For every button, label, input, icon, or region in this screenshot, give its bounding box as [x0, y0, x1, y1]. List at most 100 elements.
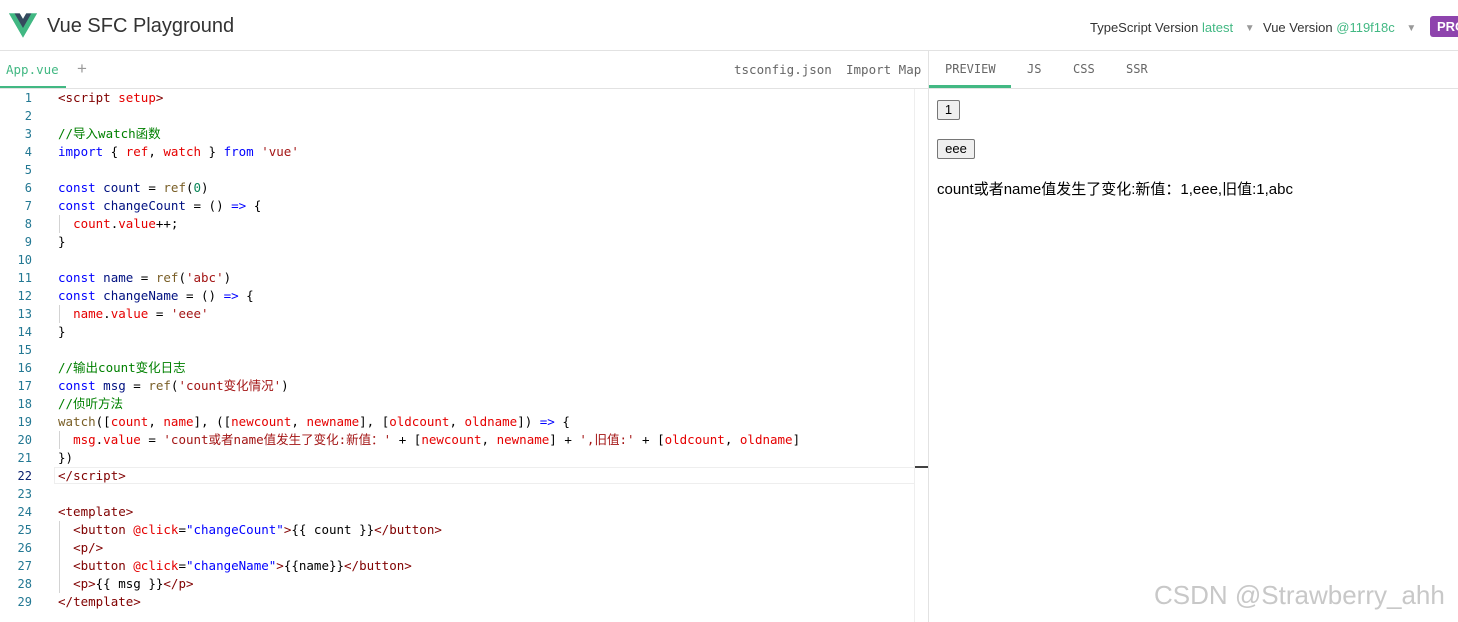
- line-number: 4: [24, 145, 32, 159]
- code-token: watch: [58, 414, 96, 429]
- code-text: name.value = 'eee': [58, 305, 209, 323]
- line-number: 3: [24, 127, 32, 141]
- line-number: 1: [24, 91, 32, 105]
- code-token: =>: [231, 198, 247, 213]
- name-button[interactable]: eee: [937, 139, 975, 159]
- code-token: ref: [155, 270, 179, 285]
- code-token: =: [178, 522, 186, 537]
- code-line: 10: [0, 251, 914, 269]
- code-token: const: [58, 378, 96, 393]
- code-token: + [: [634, 432, 665, 447]
- code-token: button: [80, 558, 126, 573]
- code-token: ++;: [155, 216, 179, 231]
- line-number: 11: [17, 271, 32, 285]
- file-tab-app-vue[interactable]: App.vue: [0, 51, 66, 88]
- line-number: 16: [17, 361, 32, 375]
- code-token: (: [185, 180, 194, 195]
- code-line: 23: [0, 485, 914, 503]
- code-token: ,: [724, 432, 740, 447]
- code-token: }: [58, 234, 66, 249]
- code-token: value: [110, 306, 149, 321]
- code-token: ,: [449, 414, 465, 429]
- line-number: 22: [17, 469, 32, 483]
- line-number: 24: [17, 505, 32, 519]
- import-map-tab[interactable]: Import Map: [846, 62, 921, 77]
- vue-version-selector[interactable]: Vue Version @119f18c ▼: [1263, 20, 1416, 35]
- code-token: >: [133, 594, 141, 609]
- code-token: button: [389, 522, 435, 537]
- code-text: //导入watch函数: [58, 125, 161, 143]
- code-token: + [: [391, 432, 422, 447]
- code-token: ]): [517, 414, 540, 429]
- code-token: "changeName": [185, 558, 277, 573]
- editor-scrollbar[interactable]: [914, 89, 928, 622]
- code-token: >: [404, 558, 412, 573]
- code-token: value: [118, 216, 156, 231]
- tab-js[interactable]: JS: [1027, 51, 1041, 88]
- code-token: {{ msg }}: [95, 576, 164, 591]
- code-token: ], [: [359, 414, 390, 429]
- code-line: 4 import { ref, watch } from 'vue': [0, 143, 914, 161]
- code-token: count: [110, 414, 149, 429]
- tsconfig-tab[interactable]: tsconfig.json: [734, 62, 832, 77]
- vue-version-label: Vue Version: [1263, 20, 1333, 35]
- code-editor[interactable]: 1 <script setup> 2 3 //导入watch函数 4 import { re…: [0, 89, 914, 622]
- vue-logo-icon: [9, 13, 37, 38]
- code-text: <p>{{ msg }}</p>: [58, 575, 193, 593]
- code-line: 15: [0, 341, 914, 359]
- code-token: {: [554, 414, 570, 429]
- code-token: ref: [125, 144, 149, 159]
- code-token: 'eee': [170, 306, 209, 321]
- code-line: 20 msg.value = 'count或者name值发生了变化:新值：' +…: [0, 431, 914, 449]
- code-token: const: [58, 180, 96, 195]
- code-token: name: [163, 414, 194, 429]
- caret-down-icon: ▼: [1244, 23, 1255, 34]
- code-token: count: [103, 180, 141, 195]
- code-token: 0: [193, 180, 202, 195]
- count-button[interactable]: 1: [937, 100, 960, 120]
- code-token: =>: [539, 414, 555, 429]
- code-line: 25 <button @click="changeCount">{{ count…: [0, 521, 914, 539]
- tab-preview[interactable]: PREVIEW: [929, 51, 1011, 88]
- code-text: <script setup>: [58, 89, 163, 107]
- code-line: 12 const changeName = () => {: [0, 287, 914, 305]
- code-token: =: [140, 180, 164, 195]
- code-token: {: [238, 288, 254, 303]
- tab-ssr[interactable]: SSR: [1126, 51, 1148, 88]
- code-token: newname: [306, 414, 360, 429]
- code-token: ref: [163, 180, 186, 195]
- code-token: <: [73, 540, 81, 555]
- add-file-button[interactable]: +: [77, 59, 87, 79]
- code-token: ,: [291, 414, 307, 429]
- code-token: script: [73, 468, 119, 483]
- code-token: name: [73, 306, 104, 321]
- code-line: 18 //侦听方法: [0, 395, 914, 413]
- code-line: 6 const count = ref(0): [0, 179, 914, 197]
- line-number: 26: [17, 541, 32, 555]
- tab-css[interactable]: CSS: [1073, 51, 1095, 88]
- code-token: {: [246, 198, 262, 213]
- code-token: }: [58, 324, 66, 339]
- prod-toggle-button[interactable]: PROD: [1430, 16, 1458, 37]
- code-token: ,: [148, 414, 164, 429]
- code-text: const name = ref('abc'): [58, 269, 231, 287]
- code-text: const count = ref(0): [58, 179, 209, 197]
- code-token: = (): [185, 198, 232, 213]
- line-number: 21: [17, 451, 32, 465]
- code-token: {{name}}: [283, 558, 345, 573]
- code-token: p: [80, 540, 89, 555]
- typescript-version-selector[interactable]: TypeScript Version latest ▼: [1090, 20, 1255, 35]
- caret-down-icon: ▼: [1406, 23, 1417, 34]
- code-text: const msg = ref('count变化情况'): [58, 377, 289, 395]
- code-text: //输出count变化日志: [58, 359, 186, 377]
- code-token: </: [58, 468, 74, 483]
- code-text: }): [58, 449, 73, 467]
- code-token: }): [58, 450, 74, 465]
- code-text: <template>: [58, 503, 133, 521]
- code-token: =: [178, 558, 186, 573]
- line-number: 5: [24, 163, 32, 177]
